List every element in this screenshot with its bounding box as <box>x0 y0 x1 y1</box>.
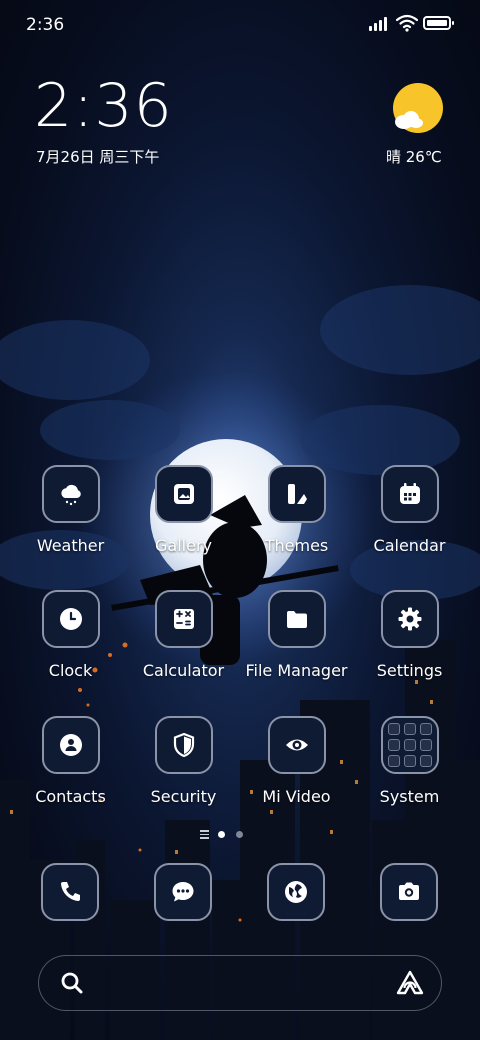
clock-widget-time[interactable]: 2:36 <box>34 76 173 136</box>
contact-icon <box>41 716 100 774</box>
app-file-manager[interactable]: File Manager <box>240 590 353 680</box>
weather-temperature[interactable]: 晴 26℃ <box>386 146 442 167</box>
calculator-icon <box>154 590 213 648</box>
search-bar[interactable] <box>38 955 442 1011</box>
app-themes[interactable]: Themes <box>240 465 353 555</box>
message-icon[interactable] <box>154 863 212 921</box>
page-dot-active <box>218 831 225 838</box>
app-label: System <box>379 787 440 806</box>
app-contacts[interactable]: Contacts <box>14 716 127 806</box>
app-calculator[interactable]: Calculator <box>127 590 240 680</box>
app-label: Gallery <box>155 536 212 555</box>
search-icon[interactable] <box>59 970 85 996</box>
app-label: Clock <box>48 661 93 680</box>
app-label: File Manager <box>245 661 348 680</box>
app-security[interactable]: Security <box>127 716 240 806</box>
app-label: Settings <box>376 661 443 680</box>
app-label: Mi Video <box>262 787 331 806</box>
app-gallery[interactable]: Gallery <box>127 465 240 555</box>
app-weather[interactable]: Weather <box>14 465 127 555</box>
clock-icon <box>41 590 100 648</box>
app-calendar[interactable]: Calendar <box>353 465 466 555</box>
clock-widget-date[interactable]: 7月26日 周三下午 <box>36 146 159 167</box>
themes-icon <box>267 465 326 523</box>
folder-icon <box>267 590 326 648</box>
app-label: Contacts <box>35 787 106 806</box>
battery-icon <box>423 16 454 30</box>
app-settings[interactable]: Settings <box>353 590 466 680</box>
globe-icon[interactable] <box>267 863 325 921</box>
folder-grid-icon <box>380 716 439 774</box>
page-dot <box>236 831 243 838</box>
weather-icon <box>41 465 100 523</box>
calendar-icon <box>380 465 439 523</box>
status-bar: 2:36 <box>0 0 480 50</box>
app-label: Security <box>150 787 217 806</box>
phone-icon[interactable] <box>41 863 99 921</box>
wifi-icon <box>396 14 418 32</box>
app-label: Calculator <box>142 661 225 680</box>
menu-lines-icon <box>200 830 209 839</box>
sun-cloud-icon[interactable] <box>392 82 444 134</box>
eye-icon <box>267 716 326 774</box>
shield-icon <box>154 716 213 774</box>
app-clock[interactable]: Clock <box>14 590 127 680</box>
gallery-icon <box>154 465 213 523</box>
app-system-folder[interactable]: System <box>353 716 466 806</box>
app-label: Themes <box>264 536 329 555</box>
assistant-icon[interactable] <box>395 969 425 997</box>
status-time: 2:36 <box>26 15 65 35</box>
page-indicator[interactable] <box>0 828 480 840</box>
app-mi-video[interactable]: Mi Video <box>240 716 353 806</box>
camera-icon[interactable] <box>380 863 438 921</box>
app-label: Calendar <box>373 536 446 555</box>
signal-icon <box>369 17 391 31</box>
gear-icon <box>380 590 439 648</box>
app-label: Weather <box>36 536 105 555</box>
